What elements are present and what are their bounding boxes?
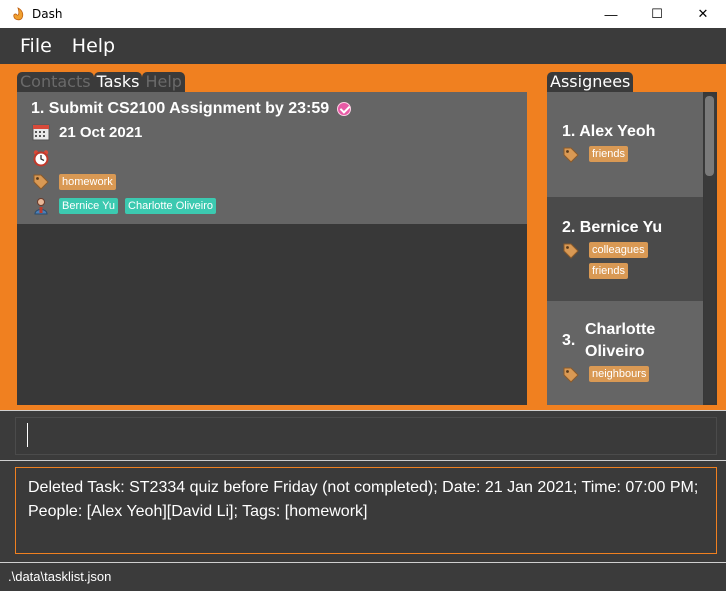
minimize-button[interactable]: — bbox=[588, 0, 634, 28]
task-tags-row: homework bbox=[32, 173, 123, 191]
assignee-list: 1. Alex Yeoh friends 2. Bernice Yu colle… bbox=[547, 92, 717, 405]
assignee-index: 3. bbox=[562, 332, 576, 349]
tag-icon bbox=[563, 243, 579, 259]
assignee-card[interactable]: 2. Bernice Yu colleagues friends bbox=[547, 197, 703, 301]
assignee-card[interactable]: 3. Charlotte Oliveiro neighbours bbox=[547, 301, 703, 405]
tag-icon bbox=[33, 174, 49, 190]
status-bar-file-path: .\data\tasklist.json bbox=[0, 562, 726, 591]
task-date-row: 21 Oct 2021 bbox=[32, 123, 142, 141]
assignee-card[interactable]: 1. Alex Yeoh friends bbox=[547, 92, 703, 197]
title-bar: Dash — ☐ ✕ bbox=[0, 0, 726, 28]
tab-bar: Contacts Tasks Help bbox=[17, 72, 185, 92]
task-tag: homework bbox=[59, 174, 116, 190]
assignee-tags: neighbours bbox=[562, 366, 656, 387]
assignees-header: Assignees bbox=[547, 72, 634, 92]
assignee-name: 2. Bernice Yu bbox=[562, 219, 663, 236]
tab-contacts[interactable]: Contacts bbox=[17, 72, 94, 92]
app-logo-icon bbox=[13, 7, 24, 21]
task-person: Bernice Yu bbox=[59, 198, 119, 214]
text-caret bbox=[27, 423, 28, 447]
assignee-tags: friends bbox=[562, 146, 635, 167]
menu-file[interactable]: File bbox=[20, 35, 52, 57]
assignee-scrollbar[interactable] bbox=[704, 94, 715, 403]
maximize-button[interactable]: ☐ bbox=[634, 0, 680, 28]
assignee-tag: friends bbox=[589, 263, 629, 279]
tag-icon bbox=[563, 147, 579, 163]
command-box-container bbox=[0, 410, 726, 460]
assignee-name: Charlotte Oliveiro bbox=[585, 321, 656, 360]
command-input[interactable] bbox=[15, 417, 717, 455]
tag-icon bbox=[563, 367, 579, 383]
person-icon bbox=[34, 198, 48, 215]
menu-bar: File Help bbox=[0, 28, 726, 64]
assignee-tag: friends bbox=[589, 146, 629, 162]
alarm-clock-icon bbox=[33, 150, 49, 167]
task-list: 1. Submit CS2100 Assignment by 23:59 21 … bbox=[17, 92, 527, 405]
assignee-tags: colleagues friends bbox=[562, 242, 655, 284]
task-date: 21 Oct 2021 bbox=[59, 123, 143, 141]
task-title: 1. Submit CS2100 Assignment by 23:59 bbox=[31, 100, 330, 117]
menu-help[interactable]: Help bbox=[72, 35, 115, 57]
tab-help[interactable]: Help bbox=[142, 72, 185, 92]
task-title-row: 1. Submit CS2100 Assignment by 23:59 bbox=[31, 100, 352, 118]
close-button[interactable]: ✕ bbox=[680, 0, 726, 28]
task-time-row bbox=[32, 149, 59, 167]
assignee-tag: colleagues bbox=[589, 242, 648, 258]
result-display: Deleted Task: ST2334 quiz before Friday … bbox=[15, 467, 717, 554]
window-title: Dash bbox=[32, 7, 63, 21]
assignee-tag: neighbours bbox=[589, 366, 650, 382]
task-card[interactable]: 1. Submit CS2100 Assignment by 23:59 21 … bbox=[17, 92, 527, 224]
assignee-name: 1. Alex Yeoh bbox=[562, 123, 656, 140]
completed-check-icon bbox=[337, 102, 352, 116]
tab-tasks[interactable]: Tasks bbox=[93, 72, 143, 92]
task-person: Charlotte Oliveiro bbox=[125, 198, 216, 214]
calendar-icon bbox=[32, 124, 50, 141]
scroll-thumb[interactable] bbox=[705, 96, 714, 176]
task-people-row: Bernice Yu Charlotte Oliveiro bbox=[32, 197, 223, 215]
